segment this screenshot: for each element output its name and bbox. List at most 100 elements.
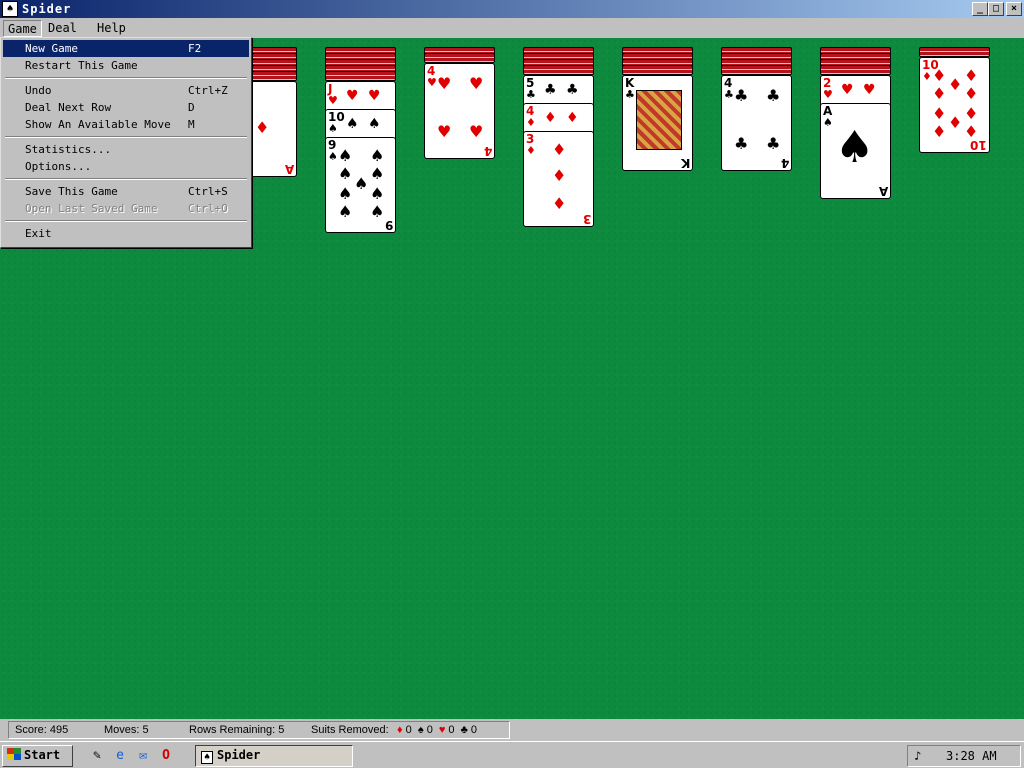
- menu-item-restart-this-game[interactable]: Restart This Game: [3, 57, 249, 74]
- spider-app-icon[interactable]: ♠: [2, 1, 18, 17]
- close-button[interactable]: ×: [1006, 2, 1022, 16]
- card-rank-corner: 3: [582, 212, 591, 226]
- menu-item-exit[interactable]: Exit: [3, 225, 249, 242]
- taskbar-spider-button[interactable]: ♠ Spider: [195, 745, 353, 767]
- menu-item-label: Exit: [25, 227, 52, 240]
- card-suit-icon: ♠: [328, 122, 338, 135]
- card-3-diamonds[interactable]: 3 ♦ 3 ♦ ♦ ♦: [523, 131, 594, 227]
- card-4-clubs[interactable]: 4 ♣ 4 ♣ ♣ ♣ ♣: [721, 75, 792, 171]
- card-pip: ♦: [552, 140, 567, 159]
- card-pip: ♦: [964, 84, 979, 103]
- ace-pip: ♦: [255, 118, 270, 137]
- clock[interactable]: 3:28 AM: [946, 746, 997, 766]
- menu-item-save-this-game[interactable]: Save This Game Ctrl+S: [3, 183, 249, 200]
- suit-removed-1: ♠ 0: [418, 724, 433, 736]
- score-text: Score: 495: [15, 724, 69, 736]
- menu-item-options[interactable]: Options...: [3, 158, 249, 175]
- card-pip: ♣: [734, 134, 749, 153]
- card-pip: ♠: [354, 174, 369, 193]
- card-pip: ♠: [370, 202, 385, 221]
- card-pip: ♦: [932, 66, 947, 85]
- menu-item-label: Deal Next Row: [25, 101, 112, 114]
- menu-separator: [3, 133, 249, 141]
- card-pip: ♠: [370, 164, 385, 183]
- card-suit-icon: ♣: [724, 88, 734, 101]
- card-pip: ♠: [370, 184, 385, 203]
- card-rank-corner: 4: [780, 156, 789, 170]
- ace-pip: ♠: [835, 122, 875, 173]
- menu-separator: [3, 217, 249, 225]
- menu-item-undo[interactable]: Undo Ctrl+Z: [3, 82, 249, 99]
- card-pip: ♦: [566, 110, 579, 126]
- menu-item-label: New Game: [25, 42, 78, 55]
- face-down-card: [919, 47, 990, 57]
- menu-help[interactable]: Help: [93, 20, 130, 37]
- suit-count: 0: [423, 724, 433, 736]
- menubar: Game Deal Help: [0, 18, 1024, 38]
- menu-separator: [3, 74, 249, 82]
- window-titlebar[interactable]: ♠ Spider _ □ ×: [0, 0, 1024, 18]
- menu-game[interactable]: Game: [3, 20, 42, 37]
- volume-icon[interactable]: ♪: [914, 746, 921, 766]
- menu-item-shortcut: Ctrl+O: [188, 202, 228, 215]
- status-bar: Score: 495 Moves: 5 Rows Remaining: 5 Su…: [0, 719, 1024, 741]
- card-suit-icon: ♠: [823, 116, 833, 129]
- menu-separator: [3, 175, 249, 183]
- menu-deal[interactable]: Deal: [44, 20, 81, 37]
- suit-icon: ♣: [460, 724, 468, 736]
- card-pip: ♦: [948, 113, 963, 132]
- menu-item-label: Open Last Saved Game: [25, 202, 158, 215]
- suit-count: 0: [445, 724, 455, 736]
- card-pip: ♦: [932, 104, 947, 123]
- card-pip: ♠: [338, 146, 353, 165]
- card-pip: ♣: [544, 82, 557, 98]
- menu-item-shortcut: M: [188, 118, 195, 131]
- suits-removed-counts: ♦ 0 ♠ 0 ♥ 0 ♣ 0: [397, 722, 483, 738]
- menu-item-shortcut: D: [188, 101, 195, 114]
- suit-removed-2: ♥ 0: [439, 724, 455, 736]
- card-suit-icon: ♥: [427, 76, 437, 89]
- start-label: Start: [24, 748, 61, 762]
- face-down-card: [622, 65, 693, 75]
- start-button[interactable]: Start: [2, 745, 73, 767]
- card-pip: ♦: [964, 122, 979, 141]
- card-pip: ♥: [437, 122, 452, 141]
- card-pip: ♠: [368, 116, 381, 132]
- card-k-clubs[interactable]: K ♣ K: [622, 75, 693, 171]
- card-rank-corner: A: [878, 184, 888, 198]
- card-suit-icon: ♦: [526, 116, 536, 129]
- card-pip: ♥: [346, 88, 359, 104]
- suit-removed-3: ♣ 0: [461, 724, 477, 736]
- card-pip: ♥: [841, 82, 854, 98]
- menu-item-label: Undo: [25, 84, 52, 97]
- menu-item-statistics[interactable]: Statistics...: [3, 141, 249, 158]
- card-a-spades[interactable]: A ♠ A ♠: [820, 103, 891, 199]
- desktop-icon[interactable]: ✎: [88, 747, 106, 765]
- card-9-spades[interactable]: 9 ♠ 9 ♠ ♠ ♠ ♠ ♠ ♠ ♠ ♠ ♠: [325, 137, 396, 233]
- card-4-hearts[interactable]: 4 ♥ 4 ♥ ♥ ♥ ♥: [424, 63, 495, 159]
- card-pip: ♥: [863, 82, 876, 98]
- card-suit-icon: ♦: [526, 144, 536, 157]
- outlook-icon[interactable]: ✉: [134, 747, 152, 765]
- opera-icon[interactable]: O: [157, 747, 175, 765]
- system-tray: ♪ 3:28 AM: [907, 745, 1021, 767]
- face-down-card: [424, 53, 495, 63]
- card-rank-corner: K: [680, 156, 690, 170]
- ie-icon[interactable]: e: [111, 747, 129, 765]
- menu-item-show-an-available-move[interactable]: Show An Available Move M: [3, 116, 249, 133]
- maximize-button[interactable]: □: [988, 2, 1004, 16]
- card-10-diamonds[interactable]: 10 ♦ 10 ♦ ♦ ♦ ♦ ♦ ♦ ♦ ♦ ♦ ♦: [919, 57, 990, 153]
- moves-text: Moves: 5: [104, 724, 149, 736]
- suit-count: 0: [402, 724, 412, 736]
- face-down-card: [325, 71, 396, 81]
- menu-item-deal-next-row[interactable]: Deal Next Row D: [3, 99, 249, 116]
- menu-item-new-game[interactable]: New Game F2: [3, 40, 249, 57]
- menu-item-label: Statistics...: [25, 143, 112, 156]
- card-suit-icon: ♥: [328, 94, 338, 107]
- menu-item-shortcut: Ctrl+S: [188, 185, 228, 198]
- menu-item-open-last-saved-game[interactable]: Open Last Saved Game Ctrl+O: [3, 200, 249, 217]
- menu-item-shortcut: Ctrl+Z: [188, 84, 228, 97]
- minimize-button[interactable]: _: [972, 2, 988, 16]
- card-pip: ♦: [932, 84, 947, 103]
- face-down-card: [523, 65, 594, 75]
